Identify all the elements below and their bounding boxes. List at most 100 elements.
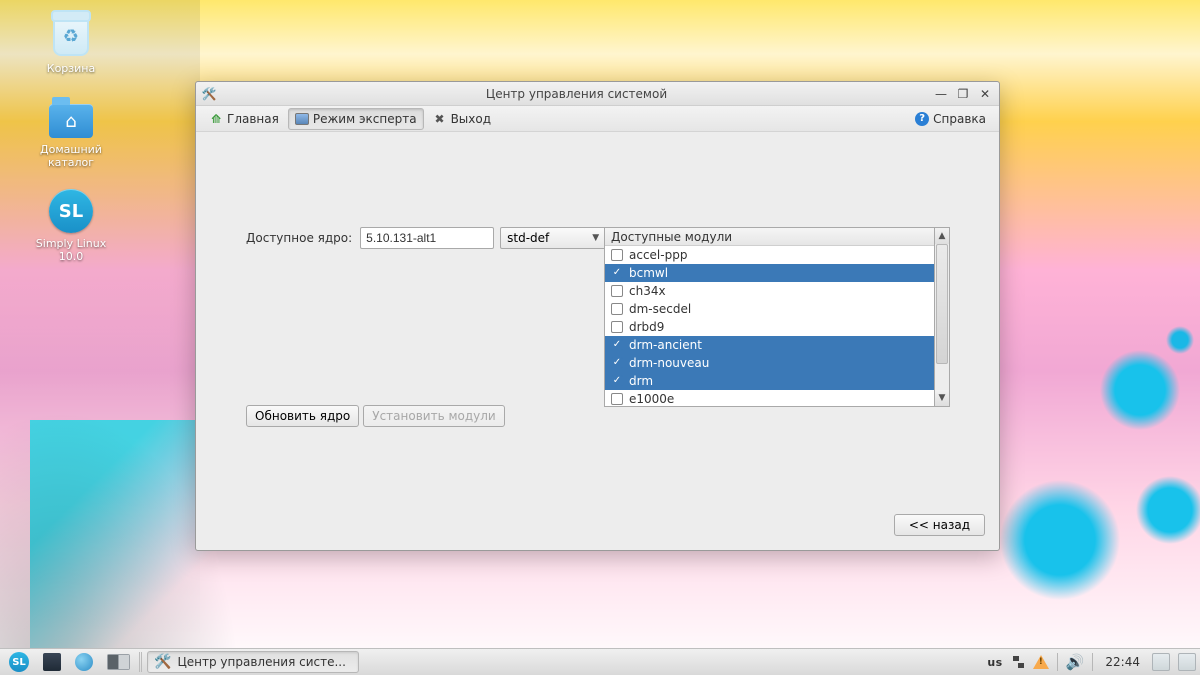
action-row: Обновить ядро Установить модули bbox=[246, 405, 505, 427]
scroll-track[interactable] bbox=[935, 244, 949, 390]
close-button[interactable]: ✕ bbox=[975, 86, 995, 102]
checkbox-icon[interactable]: ✓ bbox=[611, 357, 623, 369]
checkbox-icon[interactable]: ✓ bbox=[611, 267, 623, 279]
modules-listbox[interactable]: Доступные модули accel-ppp ✓ bcmwl ch34x dm-… bbox=[604, 227, 934, 407]
desktop-simply-linux-label: Simply Linux 10.0 bbox=[36, 237, 106, 263]
network-icon bbox=[1011, 655, 1025, 669]
toolbar-exit[interactable]: ✖ Выход bbox=[426, 108, 498, 130]
module-name: drm-ancient bbox=[629, 338, 702, 352]
toolbar-home[interactable]: ⟰ Главная bbox=[202, 108, 286, 130]
trash-icon bbox=[47, 12, 95, 60]
volume-icon: 🔊 bbox=[1066, 653, 1085, 671]
module-name: drm bbox=[629, 374, 653, 388]
back-row: << назад bbox=[894, 514, 985, 536]
kernel-version-input[interactable] bbox=[360, 227, 494, 249]
tray-applet-1[interactable] bbox=[1152, 653, 1170, 671]
maximize-button[interactable]: ❐ bbox=[953, 86, 973, 102]
checkbox-icon[interactable] bbox=[611, 249, 623, 261]
taskbar-task-control-center[interactable]: 🛠️ Центр управления систе... bbox=[147, 651, 359, 673]
control-center-window: 🛠️ Центр управления системой — ❐ ✕ ⟰ Гла… bbox=[195, 81, 1000, 551]
back-button[interactable]: << назад bbox=[894, 514, 985, 536]
warning-icon bbox=[1033, 655, 1049, 669]
simply-linux-icon: SL bbox=[47, 187, 95, 235]
minimize-button[interactable]: — bbox=[931, 86, 951, 102]
tray-network[interactable] bbox=[1011, 655, 1025, 669]
install-modules-button: Установить модули bbox=[363, 405, 504, 427]
home-icon: ⟰ bbox=[209, 112, 223, 126]
module-row[interactable]: accel-ppp bbox=[605, 246, 934, 264]
help-icon: ? bbox=[915, 112, 929, 126]
module-row[interactable]: ✓ drm-nouveau bbox=[605, 354, 934, 372]
desktop-home-label: Домашний каталог bbox=[40, 143, 102, 169]
tray-keyboard-layout[interactable]: us bbox=[987, 656, 1002, 669]
window-title: Центр управления системой bbox=[224, 87, 929, 101]
desktop-trash[interactable]: Корзина bbox=[16, 12, 126, 75]
modules-header: Доступные модули bbox=[605, 228, 934, 246]
window-client-area: Доступное ядро: std-def ▼ Доступные моду… bbox=[196, 132, 999, 550]
task-app-icon: 🛠️ bbox=[154, 654, 171, 670]
module-row[interactable]: drbd9 bbox=[605, 318, 934, 336]
module-name: accel-ppp bbox=[629, 248, 687, 262]
window-titlebar[interactable]: 🛠️ Центр управления системой — ❐ ✕ bbox=[196, 82, 999, 106]
module-row[interactable]: ch34x bbox=[605, 282, 934, 300]
tray-separator bbox=[1057, 653, 1058, 671]
module-name: e1000e bbox=[629, 392, 674, 406]
desktop-home-folder[interactable]: Домашний каталог bbox=[16, 93, 126, 169]
module-row[interactable]: ✓ drm bbox=[605, 372, 934, 390]
tray-notification[interactable] bbox=[1033, 655, 1049, 669]
module-name: drbd9 bbox=[629, 320, 664, 334]
kernel-label: Доступное ядро: bbox=[246, 231, 352, 245]
toolbar-expert-mode[interactable]: Режим эксперта bbox=[288, 108, 424, 130]
desktop-simply-linux[interactable]: SL Simply Linux 10.0 bbox=[16, 187, 126, 263]
tray-clock[interactable]: 22:44 bbox=[1101, 655, 1144, 669]
tray-separator bbox=[1092, 653, 1093, 671]
tray-applet-2[interactable] bbox=[1178, 653, 1196, 671]
checkbox-icon[interactable] bbox=[611, 393, 623, 405]
checkbox-icon[interactable]: ✓ bbox=[611, 375, 623, 387]
monitor-icon bbox=[295, 112, 309, 126]
chevron-down-icon: ▼ bbox=[592, 233, 599, 243]
checkbox-icon[interactable] bbox=[611, 321, 623, 333]
module-row[interactable]: ✓ bcmwl bbox=[605, 264, 934, 282]
scroll-thumb[interactable] bbox=[936, 244, 948, 364]
kernel-flavor-combo[interactable]: std-def ▼ bbox=[500, 227, 606, 249]
home-folder-icon bbox=[47, 93, 95, 141]
window-toolbar: ⟰ Главная Режим эксперта ✖ Выход ? Справ… bbox=[196, 106, 999, 132]
desktop-trash-label: Корзина bbox=[47, 62, 95, 75]
taskbar-workspace-switcher[interactable] bbox=[102, 651, 135, 673]
toolbar-help[interactable]: ? Справка bbox=[908, 108, 993, 130]
module-row[interactable]: dm-secdel bbox=[605, 300, 934, 318]
checkbox-icon[interactable] bbox=[611, 303, 623, 315]
toolbar-expert-label: Режим эксперта bbox=[313, 112, 417, 126]
tray-volume[interactable]: 🔊 bbox=[1066, 653, 1085, 671]
taskbar-browser[interactable] bbox=[70, 651, 98, 673]
toolbar-help-label: Справка bbox=[933, 112, 986, 126]
taskbar-separator bbox=[139, 652, 143, 672]
show-desktop-icon bbox=[43, 653, 61, 671]
checkbox-icon[interactable]: ✓ bbox=[611, 339, 623, 351]
update-kernel-button[interactable]: Обновить ядро bbox=[246, 405, 359, 427]
modules-panel: Доступные модули accel-ppp ✓ bcmwl ch34x dm-… bbox=[604, 227, 950, 407]
checkbox-icon[interactable] bbox=[611, 285, 623, 297]
desktop-icons: Корзина Домашний каталог SL Simply Linux… bbox=[16, 12, 126, 281]
scroll-down-button[interactable]: ▼ bbox=[935, 390, 949, 406]
scroll-up-button[interactable]: ▲ bbox=[935, 228, 949, 244]
exit-icon: ✖ bbox=[433, 112, 447, 126]
module-name: drm-nouveau bbox=[629, 356, 709, 370]
globe-icon bbox=[75, 653, 93, 671]
module-name: ch34x bbox=[629, 284, 666, 298]
system-tray: us 🔊 22:44 bbox=[987, 653, 1196, 671]
start-icon: SL bbox=[9, 652, 29, 672]
modules-scrollbar[interactable]: ▲ ▼ bbox=[934, 227, 950, 407]
module-row[interactable]: e1000e bbox=[605, 390, 934, 407]
tray-applet-icon bbox=[1152, 653, 1170, 671]
taskbar-start-button[interactable]: SL bbox=[4, 651, 34, 673]
taskbar-show-desktop[interactable] bbox=[38, 651, 66, 673]
module-name: bcmwl bbox=[629, 266, 668, 280]
workspace-icon bbox=[107, 654, 130, 670]
tray-applet-icon bbox=[1178, 653, 1196, 671]
module-row[interactable]: ✓ drm-ancient bbox=[605, 336, 934, 354]
toolbar-exit-label: Выход bbox=[451, 112, 491, 126]
kernel-row: Доступное ядро: std-def ▼ bbox=[246, 227, 606, 249]
module-name: dm-secdel bbox=[629, 302, 691, 316]
